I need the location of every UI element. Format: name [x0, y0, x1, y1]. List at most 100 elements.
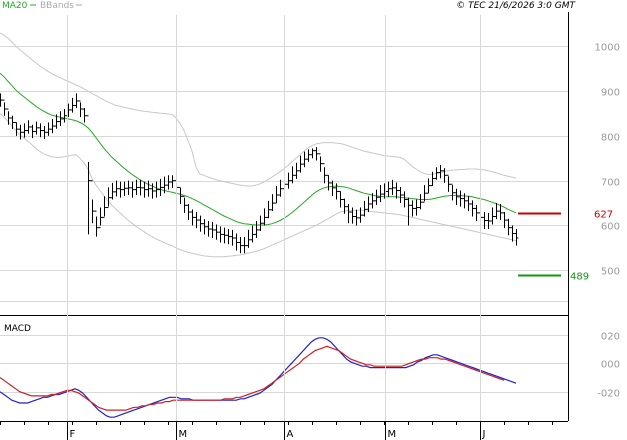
- ohlc-bar: [470, 200, 475, 217]
- resistance-level-label: 627: [594, 210, 613, 221]
- ohlc-bar: [286, 172, 291, 189]
- ohlc-bar: [514, 229, 519, 246]
- ohlc-bar: [146, 180, 151, 197]
- price-y-tick-label: 600: [601, 222, 620, 233]
- ohlc-bar: [182, 195, 187, 213]
- ohlc-bar: [214, 224, 219, 240]
- ohlc-bar: [298, 155, 303, 173]
- signal-line: [0, 345, 505, 411]
- ohlc-bar: [454, 188, 459, 205]
- ohlc-bar: [486, 212, 491, 230]
- stock-chart: 500 600 700 800 900 1000 020 000 -020 627 489 F M…: [0, 1, 620, 440]
- ohlc-bar: [126, 180, 131, 195]
- ohlc-bar: [410, 200, 415, 217]
- ohlc-bar: [258, 215, 263, 231]
- ohlc-bar: [18, 124, 23, 140]
- ohlc-bar: [138, 179, 143, 196]
- macd-line: [0, 337, 517, 418]
- ohlc-bar: [62, 109, 67, 123]
- ohlc-bar: [0, 93, 3, 107]
- ohlc-bar: [270, 194, 275, 212]
- ohlc-bar: [278, 179, 283, 197]
- macd-y-tick-label: 020: [601, 332, 620, 343]
- ohlc-bar: [10, 115, 15, 130]
- ohlc-bar: [290, 166, 295, 184]
- ohlc-bar: [374, 189, 379, 205]
- ohlc-bar: [322, 163, 327, 184]
- ohlc-bar: [70, 97, 75, 113]
- ohlc-bar: [86, 115, 91, 235]
- ohlc-bar: [94, 210, 99, 237]
- legend-ma20: MA20: [2, 1, 28, 11]
- month-label: M: [179, 429, 188, 440]
- ohlc-bar: [198, 215, 203, 232]
- ohlc-bar: [314, 147, 319, 161]
- month-label: F: [70, 429, 76, 440]
- month-label: J: [482, 429, 486, 440]
- ohlc-bar: [58, 111, 63, 127]
- month-label: A: [287, 429, 294, 440]
- ohlc-bar: [98, 207, 103, 229]
- ohlc-bar: [250, 225, 255, 243]
- ohlc-bar: [362, 200, 367, 217]
- bollinger-lower-line: [0, 113, 517, 258]
- ohlc-bar: [42, 126, 47, 140]
- ohlc-bar: [186, 203, 191, 221]
- ohlc-bar: [346, 203, 351, 224]
- ohlc-bar: [450, 183, 455, 201]
- ohlc-bar: [222, 227, 227, 244]
- ohlc-bar: [474, 204, 479, 221]
- ohlc-bar: [310, 148, 315, 159]
- ohlc-bar: [238, 237, 243, 254]
- ohlc-bar: [402, 191, 407, 208]
- ma20-line: [0, 72, 517, 226]
- ohlc-bar: [230, 229, 235, 246]
- price-y-tick-label: 1000: [595, 43, 620, 54]
- ohlc-bar: [442, 168, 447, 183]
- ohlc-bar: [22, 123, 27, 138]
- ohlc-bar: [134, 179, 139, 195]
- macd-y-tick-label: -020: [597, 389, 620, 400]
- ohlc-bar: [446, 174, 451, 192]
- ohlc-bar: [466, 195, 471, 212]
- ohlc-bar: [274, 186, 279, 204]
- ohlc-bar: [398, 186, 403, 204]
- ohlc-bar: [378, 185, 383, 203]
- ohlc-bar: [142, 181, 147, 198]
- ohlc-bar: [166, 175, 171, 190]
- ohlc-bar: [242, 237, 247, 254]
- ohlc-bar: [386, 181, 391, 197]
- ohlc-bar: [490, 207, 495, 225]
- x-axis: FMAMJ: [0, 15, 553, 440]
- ohlc-bar: [246, 229, 251, 248]
- ohlc-bar: [74, 93, 79, 109]
- ohlc-bar: [426, 178, 431, 194]
- ohlc-bar: [338, 190, 343, 208]
- ohlc-bar: [306, 149, 311, 162]
- ohlc-bar: [318, 153, 323, 172]
- ohlc-bar: [210, 221, 215, 238]
- ohlc-bar: [46, 122, 51, 136]
- ohlc-bar: [50, 118, 55, 134]
- ohlc-bar: [82, 108, 87, 123]
- macd-y-tick-label: 000: [601, 360, 620, 371]
- ohlc-bar: [106, 187, 111, 209]
- ohlc-bar: [190, 209, 195, 226]
- price-y-tick-label: 900: [601, 88, 620, 99]
- ohlc-bar: [394, 182, 399, 199]
- ohlc-bar: [118, 181, 123, 198]
- ohlc-bar: [110, 182, 115, 200]
- macd-grid: 020 000 -020: [0, 332, 620, 400]
- ohlc-bar: [458, 190, 463, 207]
- ohlc-bar: [178, 186, 183, 204]
- ohlc-bar: [366, 196, 371, 213]
- ohlc-bar: [294, 162, 299, 179]
- ohlc-bar: [6, 108, 11, 125]
- ohlc-bar: [262, 208, 267, 226]
- ohlc-bar: [114, 180, 119, 197]
- ohlc-bar: [202, 219, 207, 235]
- month-label: M: [388, 429, 397, 440]
- ohlc-bar: [38, 123, 43, 138]
- ohlc-bar: [154, 181, 159, 198]
- ohlc-bar: [266, 200, 271, 219]
